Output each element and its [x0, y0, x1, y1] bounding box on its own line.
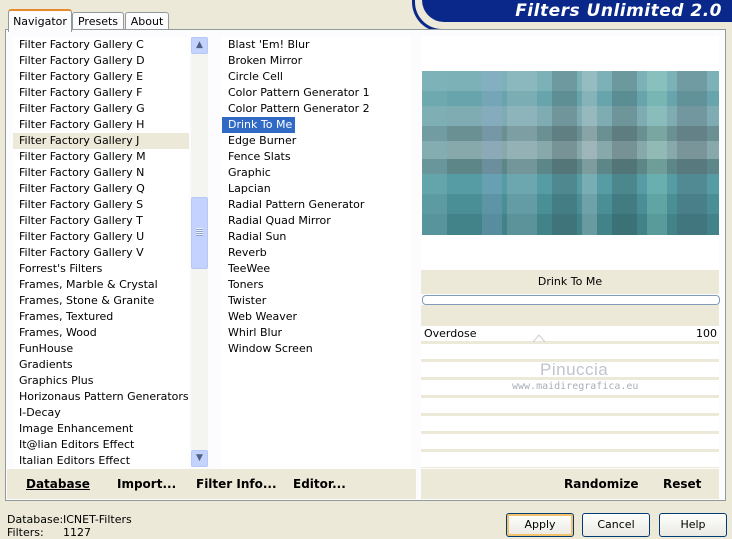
list-item[interactable]: Toners: [222, 277, 267, 293]
watermark-url: www.maidiregrafica.eu: [512, 381, 639, 392]
list-item[interactable]: Blast 'Em! Blur: [222, 37, 313, 53]
list-item[interactable]: Filter Factory Gallery Q: [13, 181, 189, 197]
editor-button[interactable]: Editor...: [293, 477, 346, 491]
list-item[interactable]: Radial Sun: [222, 229, 289, 245]
list-item[interactable]: Color Pattern Generator 2: [222, 101, 373, 117]
list-item[interactable]: TeeWee: [222, 261, 273, 277]
list-item[interactable]: Graphic: [222, 165, 274, 181]
list-item[interactable]: Filter Factory Gallery U: [13, 229, 189, 245]
list-item[interactable]: Reverb: [222, 245, 270, 261]
filter-info-button[interactable]: Filter Info...: [196, 477, 277, 491]
database-button[interactable]: Database: [26, 477, 90, 491]
list-item[interactable]: Filter Factory Gallery V: [13, 245, 189, 261]
list-item[interactable]: Color Pattern Generator 1: [222, 85, 373, 101]
list-item[interactable]: Fence Slats: [222, 149, 294, 165]
randomize-label: Randomize: [564, 477, 639, 491]
list-item[interactable]: Filter Factory Gallery G: [13, 101, 189, 117]
list-item[interactable]: Filter Factory Gallery J: [13, 133, 189, 149]
import-label: Import...: [117, 477, 177, 491]
scroll-down-button[interactable]: ▼: [191, 450, 208, 467]
slider-value-overdose: 100: [696, 327, 717, 340]
category-scrollbar[interactable]: ▲ ▼: [191, 37, 208, 467]
banner-title: Filters Unlimited 2.0: [515, 1, 722, 21]
list-item[interactable]: Radial Pattern Generator: [222, 197, 367, 213]
watermark-name: Pinuccia: [540, 360, 609, 379]
list-item[interactable]: Window Screen: [222, 341, 316, 357]
slider-label-overdose: Overdose: [424, 327, 477, 340]
list-item[interactable]: Italian Editors Effect: [13, 453, 189, 469]
slider-row-empty: [421, 416, 719, 431]
list-item[interactable]: Filter Factory Gallery H: [13, 117, 189, 133]
list-item[interactable]: Horizonaus Pattern Generators: [13, 389, 189, 405]
list-item[interactable]: Twister: [222, 293, 269, 309]
chevron-down-icon: ▼: [196, 453, 203, 463]
list-item[interactable]: Broken Mirror: [222, 53, 305, 69]
apply-button[interactable]: Apply: [506, 513, 574, 537]
list-item[interactable]: Forrest's Filters: [13, 261, 189, 277]
list-item[interactable]: Filter Factory Gallery N: [13, 165, 189, 181]
list-item[interactable]: Filter Factory Gallery S: [13, 197, 189, 213]
list-item[interactable]: Circle Cell: [222, 69, 286, 85]
list-item[interactable]: Edge Burner: [222, 133, 299, 149]
list-item[interactable]: Filter Factory Gallery F: [13, 85, 189, 101]
list-item[interactable]: FunHouse: [13, 341, 189, 357]
import-button[interactable]: Import...: [117, 477, 176, 491]
status-filters-label: Filters:: [7, 526, 44, 539]
list-item[interactable]: Filter Factory Gallery T: [13, 213, 189, 229]
status-database-value: ICNET-Filters: [63, 513, 132, 526]
help-button[interactable]: Help: [659, 513, 727, 537]
slider-row-empty: [421, 452, 719, 467]
list-item[interactable]: Gradients: [13, 357, 189, 373]
tab-presets[interactable]: Presets: [72, 12, 124, 30]
database-label: Database: [26, 477, 90, 491]
scroll-up-button[interactable]: ▲: [191, 37, 208, 54]
list-item[interactable]: Frames, Wood: [13, 325, 189, 341]
filter-list[interactable]: Blast 'Em! Blur Broken Mirror Circle Cell C…: [222, 37, 410, 469]
scroll-thumb[interactable]: [191, 197, 208, 269]
list-item[interactable]: Radial Quad Mirror: [222, 213, 334, 229]
slider-row-empty: [421, 344, 719, 359]
slider-thumb-icon[interactable]: [533, 334, 545, 342]
list-item[interactable]: I-Decay: [13, 405, 189, 421]
list-item[interactable]: Frames, Textured: [13, 309, 189, 325]
slider-row-empty: [421, 434, 719, 449]
list-item[interactable]: Graphics Plus: [13, 373, 189, 389]
title-banner: Filters Unlimited 2.0: [422, 0, 732, 22]
randomize-button[interactable]: Randomize: [564, 477, 638, 491]
reset-button[interactable]: Reset: [663, 477, 701, 491]
tab-navigator[interactable]: Navigator: [8, 9, 72, 32]
tab-about[interactable]: About: [125, 12, 169, 30]
list-item[interactable]: Image Enhancement: [13, 421, 189, 437]
list-item[interactable]: Whirl Blur: [222, 325, 285, 341]
list-item[interactable]: Frames, Marble & Crystal: [13, 277, 189, 293]
editor-label: Editor...: [293, 477, 346, 491]
status-database-label: Database:: [7, 513, 64, 526]
list-item[interactable]: Web Weaver: [222, 309, 300, 325]
list-item[interactable]: It@lian Editors Effect: [13, 437, 189, 453]
preview-image: [422, 71, 719, 235]
list-item[interactable]: Filter Factory Gallery M: [13, 149, 189, 165]
filter-title: Drink To Me: [421, 270, 719, 294]
list-item[interactable]: Filter Factory Gallery E: [13, 69, 189, 85]
list-item[interactable]: Lapcian: [222, 181, 274, 197]
list-item[interactable]: Filter Factory Gallery D: [13, 53, 189, 69]
status-filters-value: 1127: [63, 526, 91, 539]
list-item[interactable]: Drink To Me: [222, 117, 296, 133]
filter-info-label: Filter Info...: [196, 477, 277, 491]
slider-row-empty: [421, 398, 719, 413]
reset-label: Reset: [663, 477, 702, 491]
list-item[interactable]: Frames, Stone & Granite: [13, 293, 189, 309]
grip-icon: [196, 228, 203, 236]
progress-bar: [422, 295, 720, 305]
category-list[interactable]: Filter Factory Gallery C Filter Factory G…: [13, 37, 189, 469]
chevron-up-icon: ▲: [196, 40, 203, 50]
list-item[interactable]: Filter Factory Gallery C: [13, 37, 189, 53]
cancel-button[interactable]: Cancel: [582, 513, 650, 537]
